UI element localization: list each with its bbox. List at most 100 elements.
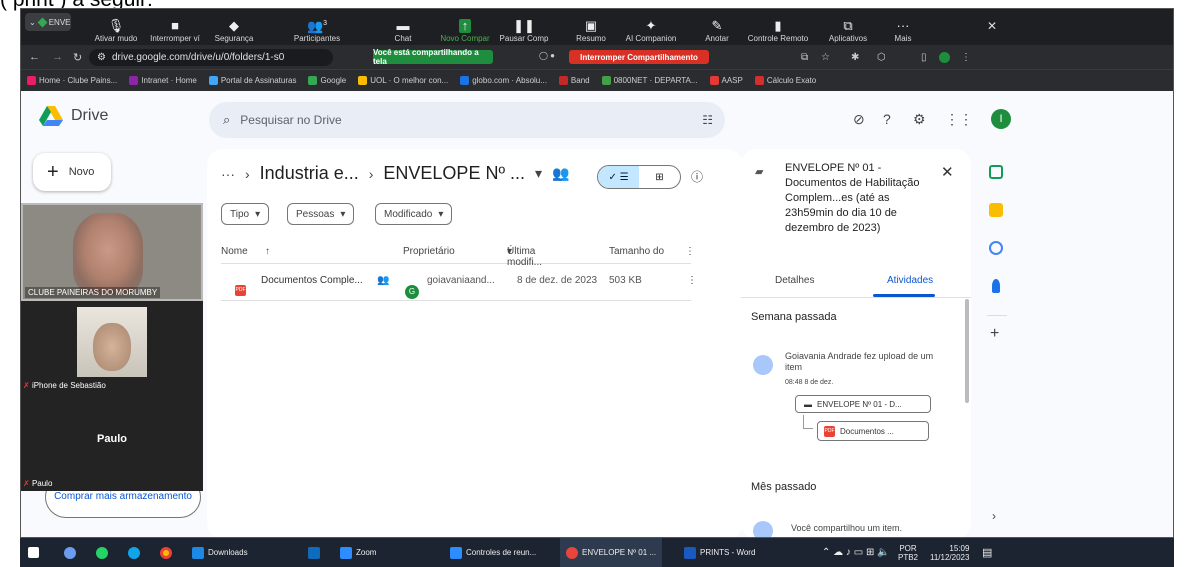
- clock[interactable]: 15:09 11/12/2023: [930, 538, 969, 567]
- column-modified[interactable]: Última modifi... ▾: [507, 246, 542, 268]
- bookmark-favicon-icon: [709, 76, 719, 85]
- bookmark-item[interactable]: Google: [308, 76, 346, 85]
- info-icon[interactable]: ⓘ: [691, 168, 703, 185]
- close-icon[interactable]: ✕: [941, 163, 954, 181]
- offline-status-icon[interactable]: ⊘: [853, 111, 865, 128]
- avatar[interactable]: I: [991, 109, 1011, 129]
- windows-start-icon[interactable]: [28, 538, 39, 567]
- tab-activity[interactable]: Atividades: [887, 275, 933, 286]
- taskbar-downloads[interactable]: Downloads: [192, 538, 248, 567]
- sidebar-icon[interactable]: ▯: [921, 52, 927, 63]
- extension-icon[interactable]: ✱: [851, 52, 859, 63]
- filter-people[interactable]: Pessoas ▾: [287, 203, 355, 225]
- breadcrumb-current[interactable]: ENVELOPE Nº ...: [383, 163, 525, 184]
- help-icon[interactable]: ?: [883, 111, 891, 127]
- more-button[interactable]: ··· Mais: [883, 9, 923, 45]
- bookmark-item[interactable]: AASP: [709, 76, 743, 85]
- profile-avatar[interactable]: [939, 51, 950, 63]
- new-share-label: Novo Compar: [440, 34, 490, 43]
- notification-icon[interactable]: ▤: [982, 538, 992, 567]
- filter-modified[interactable]: Modificado ▾: [375, 203, 453, 225]
- pause-small-icon[interactable]: ◯ ●: [539, 51, 555, 60]
- apps-button[interactable]: ⧉ Aplicativos: [821, 9, 875, 45]
- address-bar[interactable]: ⚙ drive.google.com/drive/u/0/folders/1-s…: [89, 49, 333, 66]
- muted-mic-icon: ✗: [23, 479, 30, 488]
- filter-type[interactable]: Tipo ▾: [221, 203, 270, 225]
- taskbar-chrome-window[interactable]: ENVELOPE Nº 01 ...: [560, 538, 663, 567]
- list-view-icon[interactable]: ✓ ☰: [598, 166, 639, 188]
- calendar-icon[interactable]: [989, 165, 1003, 179]
- taskbar-zoom[interactable]: Zoom: [340, 538, 376, 567]
- column-size[interactable]: Tamanho do: [609, 246, 664, 257]
- mute-button[interactable]: 🎙 Ativar mudo: [91, 9, 141, 45]
- sparkle-app-icon[interactable]: [64, 538, 76, 567]
- grid-view-icon[interactable]: ⊞: [639, 166, 680, 188]
- sort-up-icon[interactable]: ↑: [265, 246, 270, 257]
- video-tile-iphone[interactable]: ✗ iPhone de Sebastião Paulo ✗ Paulo: [21, 301, 203, 491]
- drive-logo[interactable]: Drive: [39, 106, 108, 126]
- whatsapp-icon[interactable]: [96, 538, 108, 567]
- contacts-icon[interactable]: [992, 279, 1000, 293]
- keep-icon[interactable]: [989, 203, 1003, 217]
- new-button[interactable]: + Novo: [33, 153, 111, 191]
- breadcrumb-parent[interactable]: Industria e...: [260, 163, 359, 184]
- participants-button[interactable]: 👥3 Participantes: [285, 9, 349, 45]
- cast-icon[interactable]: ⧉: [801, 52, 808, 63]
- search-bar[interactable]: ⌕ Pesquisar no Drive ☷: [209, 102, 725, 138]
- column-owner[interactable]: Proprietário: [403, 246, 455, 257]
- browser-tab[interactable]: ⌄ ENVE: [25, 13, 71, 31]
- activity-folder-chip[interactable]: ▬ ENVELOPE Nº 01 - D...: [795, 395, 931, 413]
- chevron-right-icon[interactable]: ›: [992, 509, 996, 523]
- back-icon[interactable]: ←: [29, 51, 40, 63]
- apps-grid-icon[interactable]: ⋮⋮: [945, 111, 973, 128]
- stop-sharing-button[interactable]: Interromper Compartilhamento: [569, 50, 709, 64]
- menu-icon[interactable]: ⋮: [961, 52, 971, 63]
- close-icon[interactable]: ✕: [987, 19, 997, 33]
- settings-icon[interactable]: ⚙: [913, 111, 926, 128]
- pause-share-button[interactable]: ❚❚ Pausar Comp: [497, 9, 551, 45]
- reload-icon[interactable]: ↻: [73, 51, 82, 64]
- stop-video-button[interactable]: ■ Interromper ví: [145, 9, 205, 45]
- tasks-icon[interactable]: [989, 241, 1003, 255]
- add-icon[interactable]: +: [990, 325, 999, 343]
- taskbar-zoom-controls[interactable]: Controles de reun...: [450, 538, 536, 567]
- system-tray-icons[interactable]: ⌃ ☁ ♪ ▭ ⊞ 🔈: [822, 538, 890, 567]
- bookmark-item[interactable]: Home · Clube Pains...: [27, 76, 117, 85]
- bookmark-item[interactable]: Intranet · Home: [129, 76, 197, 85]
- bookmark-item[interactable]: UOL · O melhor con...: [358, 76, 448, 85]
- mute-label: Ativar mudo: [94, 34, 138, 43]
- bookmark-item[interactable]: 0800NET · DEPARTA...: [601, 76, 698, 85]
- scrollbar[interactable]: [965, 299, 969, 403]
- annotate-button[interactable]: ✎ Anotar: [697, 9, 737, 45]
- table-row[interactable]: PDF Documentos Comple... 👥 G goiavaniaan…: [221, 265, 697, 301]
- puzzle-icon[interactable]: ⬡: [877, 52, 886, 63]
- remote-control-button[interactable]: ▮ Controle Remoto: [743, 9, 813, 45]
- ai-companion-button[interactable]: ✦ AI Companion: [621, 9, 681, 45]
- new-share-button[interactable]: ↑ Novo Compar: [437, 9, 493, 45]
- more-vert-icon[interactable]: ⋮: [685, 246, 695, 257]
- breadcrumb-more[interactable]: ···: [221, 166, 235, 182]
- chat-button[interactable]: ▬ Chat: [383, 9, 423, 45]
- activity-file-chip[interactable]: PDF Documentos ...: [817, 421, 929, 441]
- video-tile-clube[interactable]: CLUBE PAINEIRAS DO MORUMBY: [21, 203, 203, 301]
- search-options-icon[interactable]: ☷: [702, 113, 713, 127]
- taskbar-word[interactable]: PRINTS - Word: [684, 538, 755, 567]
- taskbar-outlook[interactable]: [308, 538, 320, 567]
- bookmark-item[interactable]: Cálculo Exato: [754, 76, 816, 85]
- edge-icon[interactable]: [128, 538, 140, 567]
- forward-icon[interactable]: →: [52, 51, 63, 63]
- bookmark-item[interactable]: Portal de Assinaturas: [208, 76, 296, 85]
- stop-video-label: Interromper ví: [150, 34, 200, 43]
- bookmark-item[interactable]: Band: [558, 76, 590, 85]
- pause-share-label: Pausar Comp: [499, 34, 549, 43]
- chrome-icon[interactable]: [160, 538, 172, 567]
- dropdown-arrow-icon[interactable]: ▾: [535, 165, 542, 182]
- language-indicator[interactable]: POR PTB2: [898, 538, 918, 567]
- tab-details[interactable]: Detalhes: [775, 275, 814, 286]
- column-name[interactable]: Nome: [221, 246, 248, 257]
- security-button[interactable]: ◆ Segurança: [209, 9, 259, 45]
- bookmark-item[interactable]: globo.com · Absolu...: [460, 76, 547, 85]
- summary-button[interactable]: ▣ Resumo: [571, 9, 611, 45]
- star-icon[interactable]: ☆: [821, 52, 830, 63]
- more-vert-icon[interactable]: ⋮: [687, 275, 697, 286]
